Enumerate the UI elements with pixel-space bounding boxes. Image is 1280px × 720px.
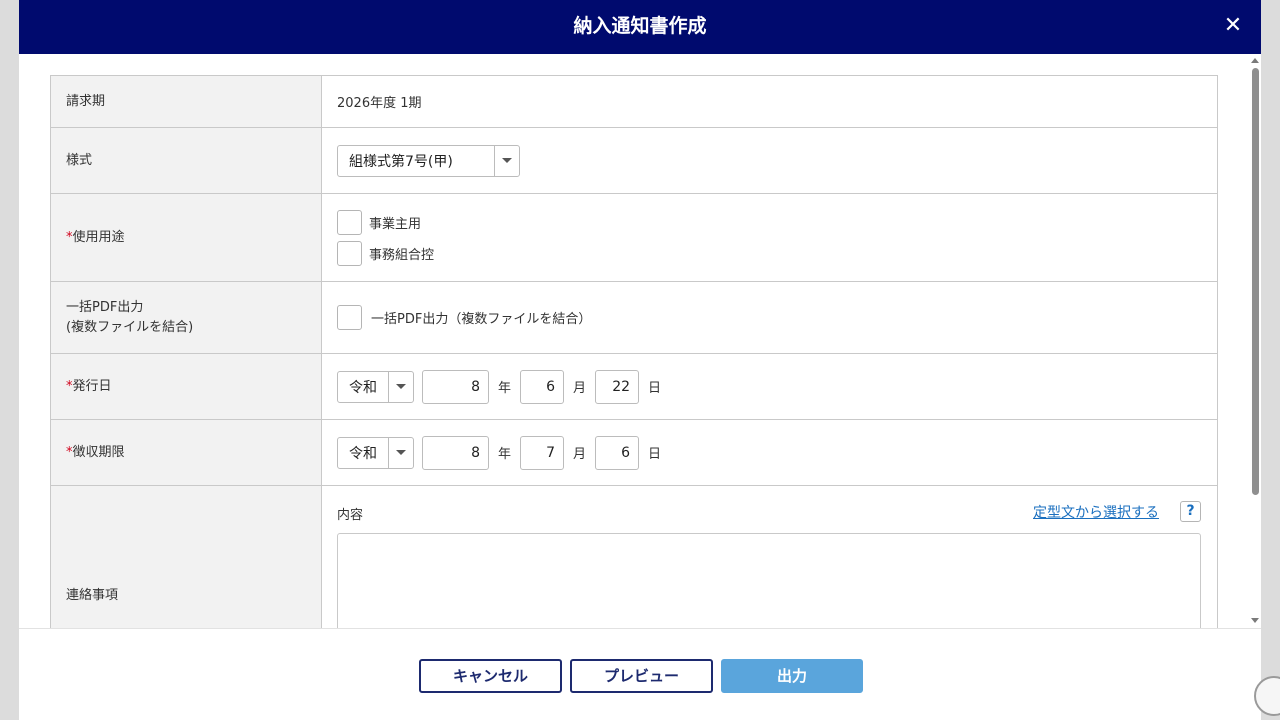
issue-year-input[interactable]: 8 bbox=[422, 369, 489, 404]
employer-checkbox-label: 事業主用 bbox=[369, 216, 422, 232]
usage-option-office: 事務組合控 bbox=[337, 240, 435, 266]
issue-era-select[interactable]: 令和 bbox=[337, 370, 414, 403]
dialog-title: 納入通知書作成 bbox=[573, 15, 707, 37]
bulk-pdf-checkbox-label: 一括PDF出力（複数ファイルを結合） bbox=[371, 312, 592, 327]
output-button[interactable]: 出力 bbox=[721, 659, 863, 693]
usage-option-employer: 事業主用 bbox=[337, 209, 422, 235]
row-billing-period: 請求期 2026年度 1期 bbox=[50, 76, 1218, 128]
format-select[interactable]: 組様式第7号(甲) bbox=[337, 144, 520, 177]
day-unit: 日 bbox=[648, 381, 662, 396]
due-era-select[interactable]: 令和 bbox=[337, 436, 414, 469]
day-unit: 日 bbox=[648, 447, 662, 462]
notes-textarea[interactable] bbox=[337, 533, 1201, 628]
issue-date-fields: 令和 8 年 6 月 22 日 bbox=[322, 354, 1217, 419]
dialog-body: 請求期 2026年度 1期 様式 組様式第7号(甲) * 使用用途 事業主用 事… bbox=[19, 54, 1261, 628]
due-date-label: * 徴収期限 bbox=[51, 420, 322, 485]
row-bulk-pdf: 一括PDF出力 (複数ファイルを結合) 一括PDF出力（複数ファイルを結合） bbox=[50, 282, 1218, 354]
due-year-input[interactable]: 8 bbox=[422, 435, 489, 470]
notes-label: 連絡事項 bbox=[51, 486, 322, 628]
usage-label: * 使用用途 bbox=[51, 194, 322, 281]
due-month-input[interactable]: 7 bbox=[520, 435, 565, 470]
row-usage: * 使用用途 事業主用 事務組合控 bbox=[50, 194, 1218, 282]
billing-period-value-cell: 2026年度 1期 bbox=[322, 76, 1217, 127]
scroll-up-arrow-icon[interactable] bbox=[1251, 58, 1259, 63]
notes-content-label: 内容 bbox=[337, 508, 364, 523]
scroll-down-arrow-icon[interactable] bbox=[1251, 618, 1259, 623]
due-era-value: 令和 bbox=[349, 445, 377, 462]
form-table: 請求期 2026年度 1期 様式 組様式第7号(甲) * 使用用途 事業主用 事… bbox=[50, 75, 1218, 628]
issue-era-value: 令和 bbox=[349, 379, 377, 396]
format-value-cell: 組様式第7号(甲) bbox=[322, 128, 1217, 193]
template-select-link[interactable]: 定型文から選択する bbox=[1033, 502, 1159, 522]
office-copy-checkbox-label: 事務組合控 bbox=[369, 247, 435, 263]
usage-options: 事業主用 事務組合控 bbox=[322, 194, 1217, 281]
billing-period-label: 請求期 bbox=[51, 76, 322, 127]
issue-day-input[interactable]: 22 bbox=[595, 369, 640, 404]
row-format: 様式 組様式第7号(甲) bbox=[50, 128, 1218, 194]
chevron-down-icon bbox=[494, 145, 519, 176]
row-issue-date: * 発行日 令和 8 年 6 月 22 日 bbox=[50, 354, 1218, 420]
bulk-pdf-checkbox[interactable] bbox=[337, 305, 362, 330]
due-date-fields: 令和 8 年 7 月 6 日 bbox=[322, 420, 1217, 485]
bulk-pdf-label: 一括PDF出力 (複数ファイルを結合) bbox=[51, 282, 322, 353]
notice-dialog: 納入通知書作成 ✕ 請求期 2026年度 1期 様式 組様式第7号(甲) * 使… bbox=[19, 0, 1261, 720]
dialog-header: 納入通知書作成 ✕ bbox=[19, 0, 1261, 54]
chevron-down-icon bbox=[388, 371, 413, 402]
month-unit: 月 bbox=[573, 381, 587, 396]
employer-checkbox[interactable] bbox=[337, 209, 362, 235]
preview-button[interactable]: プレビュー bbox=[570, 659, 713, 693]
year-unit: 年 bbox=[498, 447, 512, 462]
bulk-pdf-option: 一括PDF出力（複数ファイルを結合） bbox=[337, 305, 591, 330]
row-due-date: * 徴収期限 令和 8 年 7 月 6 日 bbox=[50, 420, 1218, 486]
format-label: 様式 bbox=[51, 128, 322, 193]
close-icon[interactable]: ✕ bbox=[1219, 12, 1247, 40]
issue-month-input[interactable]: 6 bbox=[520, 369, 565, 404]
help-icon[interactable]: ? bbox=[1180, 501, 1201, 522]
row-notes: 連絡事項 内容 定型文から選択する ? bbox=[50, 486, 1218, 628]
chevron-down-icon bbox=[388, 437, 413, 468]
notes-value-cell: 内容 定型文から選択する ? bbox=[322, 486, 1217, 628]
billing-period-value: 2026年度 1期 bbox=[337, 96, 422, 111]
format-select-value: 組様式第7号(甲) bbox=[349, 153, 453, 170]
office-copy-checkbox[interactable] bbox=[337, 240, 362, 266]
issue-date-label: * 発行日 bbox=[51, 354, 322, 419]
scrollbar-thumb[interactable] bbox=[1252, 68, 1259, 495]
dialog-footer: キャンセル プレビュー 出力 bbox=[19, 628, 1261, 720]
month-unit: 月 bbox=[573, 447, 587, 462]
due-day-input[interactable]: 6 bbox=[595, 435, 640, 470]
bulk-pdf-value-cell: 一括PDF出力（複数ファイルを結合） bbox=[322, 282, 1217, 353]
year-unit: 年 bbox=[498, 381, 512, 396]
cancel-button[interactable]: キャンセル bbox=[419, 659, 562, 693]
